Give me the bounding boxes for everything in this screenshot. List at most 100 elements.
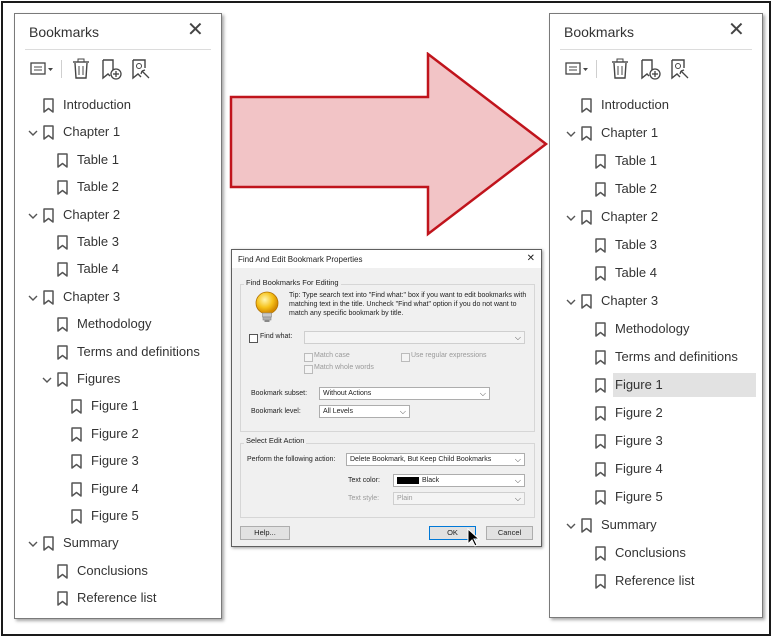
find-what-checkbox[interactable]	[249, 334, 258, 343]
bookmark-item[interactable]: Terms and definitions	[15, 341, 221, 365]
delete-bookmark-icon[interactable]	[608, 58, 632, 80]
bookmark-label: Figure 5	[615, 489, 663, 504]
find-group-label: Find Bookmarks For Editing	[244, 278, 341, 287]
bookmark-label: Figures	[77, 371, 121, 386]
bookmark-item[interactable]: Table 4	[550, 262, 762, 286]
new-bookmark-icon[interactable]	[99, 58, 123, 80]
bookmark-label: Summary	[601, 517, 657, 532]
bookmark-item[interactable]: Figure 1	[15, 395, 221, 419]
bookmark-item[interactable]: Reference list	[15, 587, 221, 611]
bookmark-icon	[595, 266, 606, 281]
bookmark-icon	[581, 518, 592, 533]
bookmark-item[interactable]: Conclusions	[15, 560, 221, 584]
bookmark-icon	[595, 462, 606, 477]
bookmark-label: Table 1	[77, 151, 119, 167]
bookmark-icon	[595, 546, 606, 561]
bookmark-icon	[57, 317, 68, 332]
delete-bookmark-icon[interactable]	[69, 58, 93, 80]
action-select[interactable]: Delete Bookmark, But Keep Child Bookmark…	[346, 453, 525, 466]
bookmark-icon	[57, 564, 68, 579]
match-whole-words-checkbox[interactable]	[304, 365, 313, 374]
close-icon[interactable]: ✕	[527, 253, 535, 264]
new-bookmark-icon[interactable]	[638, 58, 662, 80]
bookmark-subset-select[interactable]: Without Actions ⌵	[319, 387, 490, 400]
bookmark-item[interactable]: Figure 5	[15, 505, 221, 529]
chevron-down-icon[interactable]	[565, 211, 577, 223]
bookmark-item[interactable]: Conclusions	[550, 542, 762, 566]
chevron-down-icon[interactable]	[27, 537, 39, 549]
bookmark-item[interactable]: Chapter 1	[15, 121, 221, 145]
bookmark-item[interactable]: Figure 3	[15, 450, 221, 474]
bookmark-item[interactable]: Introduction	[15, 94, 221, 118]
bookmark-icon	[57, 372, 68, 387]
chevron-down-icon[interactable]	[565, 295, 577, 307]
chevron-down-icon[interactable]	[27, 291, 39, 303]
bookmark-subset-value: Without Actions	[323, 390, 372, 397]
bookmark-icon	[43, 98, 54, 113]
edit-group-label: Select Edit Action	[244, 436, 307, 445]
bookmark-item[interactable]: Table 2	[15, 176, 221, 200]
bookmark-item[interactable]: Table 1	[15, 149, 221, 173]
bookmark-item[interactable]: Chapter 1	[550, 122, 762, 146]
bookmark-label: Terms and definitions	[615, 349, 738, 364]
bookmark-item[interactable]: Figure 5	[550, 486, 762, 510]
bookmark-item[interactable]: Methodology	[550, 318, 762, 342]
bookmark-item[interactable]: Figures	[15, 368, 221, 392]
chevron-down-icon[interactable]	[565, 127, 577, 139]
bookmark-icon	[57, 180, 68, 195]
chevron-down-icon[interactable]	[565, 519, 577, 531]
bookmark-label: Introduction	[63, 97, 131, 112]
bookmark-item[interactable]: Figure 2	[15, 423, 221, 447]
cancel-button[interactable]: Cancel	[486, 526, 533, 540]
bookmark-item[interactable]: Figure 4	[550, 458, 762, 482]
close-icon[interactable]: ✕	[728, 20, 745, 40]
bookmark-item[interactable]: Figure 2	[550, 402, 762, 426]
bookmark-label: Reference list	[615, 573, 695, 588]
bookmark-item[interactable]: Chapter 3	[15, 286, 221, 310]
bookmark-item[interactable]: Reference list	[550, 570, 762, 594]
bookmark-label: Chapter 3	[601, 293, 659, 308]
bookmark-icon	[43, 290, 54, 305]
close-icon[interactable]: ✕	[187, 20, 204, 40]
bookmark-label: Table 4	[615, 265, 657, 280]
bookmark-level-select[interactable]: All Levels ⌵	[319, 405, 410, 418]
bookmark-icon	[71, 399, 82, 415]
bookmark-item[interactable]: Figure 1	[550, 373, 762, 398]
bookmark-label: Introduction	[601, 97, 669, 112]
bookmark-item[interactable]: Table 3	[550, 234, 762, 258]
chevron-down-icon[interactable]	[27, 126, 39, 138]
bookmark-item[interactable]: Table 2	[550, 178, 762, 202]
bookmark-item[interactable]: Chapter 3	[550, 290, 762, 314]
bookmark-item[interactable]: Methodology	[15, 313, 221, 337]
chevron-down-icon[interactable]	[41, 373, 53, 385]
bookmark-item[interactable]: Table 3	[15, 231, 221, 255]
chevron-down-icon[interactable]	[27, 209, 39, 221]
bookmark-level-value: All Levels	[323, 408, 353, 415]
bookmark-settings-icon[interactable]	[668, 58, 692, 80]
bookmark-item[interactable]: Figure 4	[15, 478, 221, 502]
bookmark-item[interactable]: Table 1	[550, 150, 762, 174]
bookmark-item[interactable]: Table 4	[15, 258, 221, 282]
bookmark-settings-icon[interactable]	[129, 58, 153, 80]
bookmark-icon	[57, 235, 68, 250]
text-color-select[interactable]: Black ⌵	[393, 474, 525, 487]
bookmark-item[interactable]: Chapter 2	[550, 206, 762, 230]
tip-text: Tip: Type search text into "Find what:" …	[289, 292, 527, 317]
bookmark-label: Figure 3	[91, 453, 139, 469]
text-color-value: Black	[422, 477, 440, 484]
text-style-select[interactable]: Plain ⌵	[393, 492, 525, 505]
bookmark-item[interactable]: Figure 3	[550, 430, 762, 454]
bookmark-item[interactable]: Introduction	[550, 94, 762, 118]
bookmark-item[interactable]: Summary	[550, 514, 762, 538]
bookmark-icon	[57, 262, 68, 278]
help-button[interactable]: Help...	[240, 526, 290, 540]
bookmark-icon	[595, 154, 606, 169]
use-regex-checkbox[interactable]	[401, 353, 410, 362]
bookmark-item[interactable]: Chapter 2	[15, 204, 221, 228]
find-what-input[interactable]: ⌵	[304, 331, 525, 344]
options-menu-icon[interactable]	[564, 58, 588, 80]
bookmark-item[interactable]: Summary	[15, 532, 221, 556]
options-menu-icon[interactable]	[29, 58, 53, 80]
bookmark-item[interactable]: Terms and definitions	[550, 346, 762, 370]
match-case-checkbox[interactable]	[304, 353, 313, 362]
